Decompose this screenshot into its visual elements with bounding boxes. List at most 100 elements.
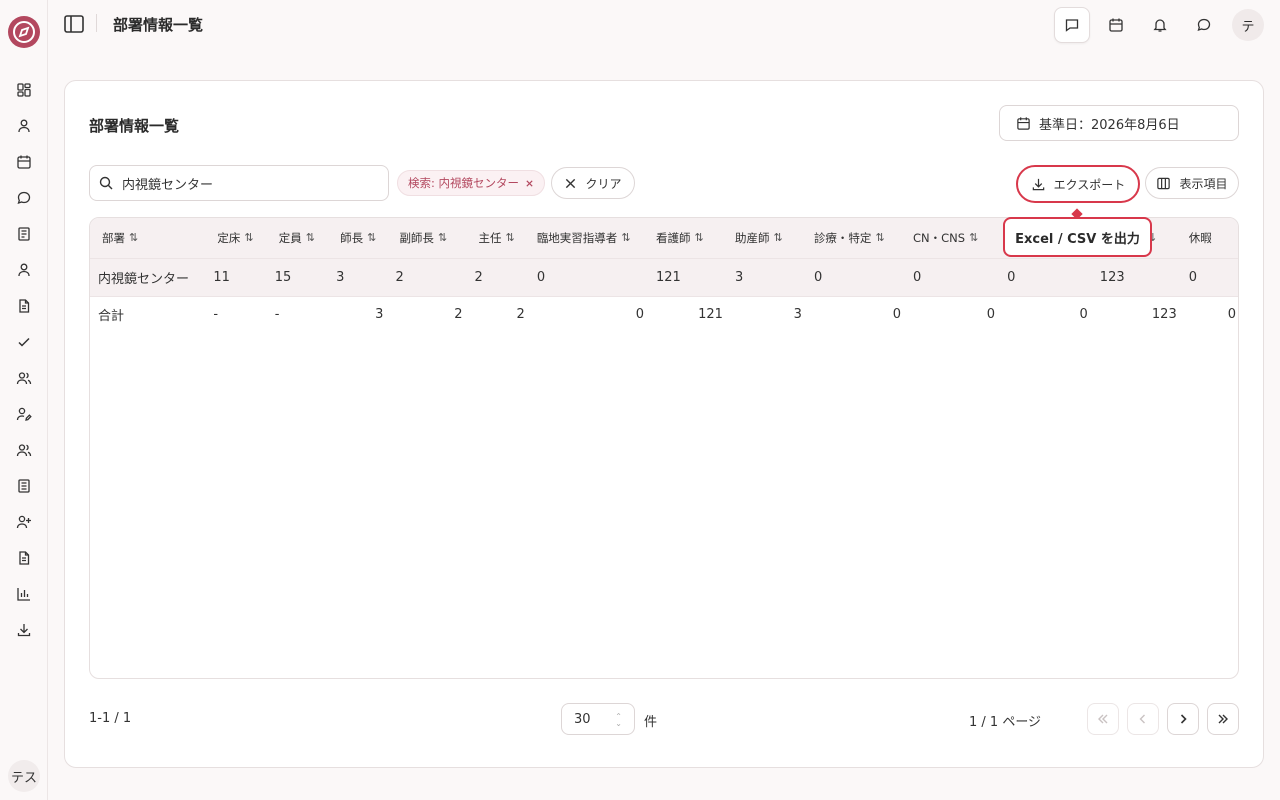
list-icon[interactable] bbox=[0, 468, 48, 504]
table-cell: 0 bbox=[913, 269, 922, 285]
card-title: 部署情報一覧 bbox=[89, 117, 180, 135]
columns-label: 表示項目 bbox=[1179, 176, 1228, 191]
export-label: エクスポート bbox=[1053, 177, 1126, 192]
columns-button[interactable]: 表示項目 bbox=[1145, 167, 1239, 199]
sort-icon[interactable]: ⇅ bbox=[129, 231, 138, 244]
download-icon bbox=[1031, 177, 1046, 192]
compass-logo-icon[interactable] bbox=[8, 16, 40, 48]
check-icon[interactable] bbox=[0, 324, 48, 360]
filter-chip[interactable]: 検索: 内視鏡センター bbox=[397, 170, 546, 196]
group-icon[interactable] bbox=[0, 432, 48, 468]
page-title: 部署情報一覧 bbox=[113, 16, 204, 34]
filter-chip-label: 検索: 内視鏡センター bbox=[408, 176, 520, 190]
avatar[interactable]: テス bbox=[8, 760, 40, 792]
person-icon[interactable] bbox=[0, 252, 48, 288]
user-plus-icon[interactable] bbox=[0, 504, 48, 540]
last-page-button[interactable] bbox=[1207, 703, 1239, 735]
sort-icon[interactable]: ⇅ bbox=[367, 231, 376, 244]
table-cell: 0 bbox=[813, 269, 823, 285]
chat-icon[interactable] bbox=[0, 180, 48, 216]
dashboard-icon[interactable] bbox=[0, 72, 48, 108]
sort-icon[interactable]: ⇅ bbox=[621, 231, 630, 244]
reference-date-label: 基準日：2026年8月6日 bbox=[1039, 117, 1180, 133]
table-cell: - bbox=[213, 306, 219, 322]
table-cell: 11 bbox=[213, 269, 230, 285]
search-box[interactable] bbox=[89, 165, 389, 201]
top-bar: 部署情報一覧 テ bbox=[48, 0, 1280, 48]
chevrons-right-icon bbox=[1216, 712, 1230, 726]
reference-date-button[interactable]: 基準日：2026年8月6日 bbox=[999, 105, 1239, 141]
sort-icon[interactable]: ⇅ bbox=[875, 231, 884, 244]
file-icon[interactable] bbox=[0, 540, 48, 576]
message-square-icon[interactable] bbox=[1054, 7, 1090, 43]
chevron-right-icon bbox=[1176, 712, 1190, 726]
table-cell: 0 bbox=[1227, 306, 1236, 322]
column-header-clinical-instructor[interactable]: 臨地実習指導者 ⇅ bbox=[537, 218, 656, 258]
column-header-midwife[interactable]: 助産師 ⇅ bbox=[735, 218, 814, 258]
users-icon[interactable] bbox=[0, 360, 48, 396]
download-icon[interactable] bbox=[0, 612, 48, 648]
prev-page-button[interactable] bbox=[1127, 703, 1159, 735]
calendar-icon[interactable] bbox=[0, 144, 48, 180]
column-header-leave[interactable]: 休暇 bbox=[1189, 218, 1238, 258]
column-header-department[interactable]: 部署 ⇅ bbox=[90, 218, 209, 258]
column-header-specified[interactable]: 診療・特定 ⇅ bbox=[814, 218, 913, 258]
record-count: 1-1 / 1 bbox=[89, 711, 132, 726]
table-cell: 123 bbox=[1151, 306, 1177, 322]
page-size-value: 30 bbox=[574, 711, 591, 727]
table-cell: 3 bbox=[793, 306, 802, 322]
column-header-cn-cns[interactable]: CN・CNS ⇅ bbox=[913, 218, 1007, 258]
search-input[interactable] bbox=[122, 175, 372, 191]
sort-icon[interactable]: ⇅ bbox=[969, 231, 978, 244]
column-header-chief[interactable]: 主任 ⇅ bbox=[475, 218, 537, 258]
table-row[interactable]: 内視鏡センター 11 15 3 2 2 0 121 3 0 0 0 123 0 bbox=[90, 258, 1238, 296]
first-page-button[interactable] bbox=[1087, 703, 1119, 735]
column-header-nurse[interactable]: 看護師 ⇅ bbox=[656, 218, 735, 258]
bell-icon[interactable] bbox=[1142, 7, 1178, 43]
user-icon[interactable] bbox=[0, 108, 48, 144]
table-cell: 0 bbox=[986, 306, 996, 322]
table-cell: 15 bbox=[274, 269, 292, 285]
page-info: 1 / 1 ページ bbox=[969, 715, 1042, 730]
table-cell: 0 bbox=[536, 269, 546, 285]
column-header-deputy-head[interactable]: 副師長 ⇅ bbox=[395, 218, 474, 258]
close-icon[interactable] bbox=[525, 179, 534, 188]
chevron-left-icon bbox=[1136, 712, 1150, 726]
table-cell: - bbox=[274, 306, 280, 322]
sort-icon[interactable]: ⇅ bbox=[438, 231, 447, 244]
table-cell: 121 bbox=[698, 306, 723, 322]
table-total-row: 合計 - - 3 2 2 0 121 3 0 0 0 123 0 bbox=[90, 296, 1238, 332]
chevrons-left-icon bbox=[1096, 712, 1110, 726]
page-size-select[interactable]: 30 ⌃ ⌄ bbox=[561, 703, 635, 735]
export-button[interactable]: エクスポート bbox=[1016, 165, 1140, 203]
clear-button[interactable]: クリア bbox=[551, 167, 635, 199]
table-cell: 121 bbox=[655, 269, 681, 285]
sort-icon[interactable]: ⇅ bbox=[244, 231, 253, 244]
table-cell: 2 bbox=[454, 306, 463, 322]
clear-label: クリア bbox=[585, 176, 622, 191]
column-header-beds[interactable]: 定床 ⇅ bbox=[209, 218, 272, 258]
sort-icon[interactable]: ⇅ bbox=[506, 231, 515, 244]
avatar[interactable]: テ bbox=[1232, 9, 1264, 41]
sort-icon[interactable]: ⇅ bbox=[694, 231, 703, 244]
table-cell: 2 bbox=[474, 269, 483, 285]
sort-icon[interactable]: ⇅ bbox=[773, 231, 782, 244]
column-header-capacity[interactable]: 定員 ⇅ bbox=[273, 218, 334, 258]
bar-chart-icon[interactable] bbox=[0, 576, 48, 612]
department-card: 部署情報一覧 基準日：2026年8月6日 検索: 内視鏡センター クリア エクス… bbox=[64, 80, 1264, 768]
search-icon bbox=[98, 175, 114, 191]
table-cell: 0 bbox=[1079, 306, 1088, 322]
document-icon[interactable] bbox=[0, 288, 48, 324]
book-icon[interactable] bbox=[0, 216, 48, 252]
table-cell: 合計 bbox=[98, 308, 125, 324]
chat-bubble-icon[interactable] bbox=[1186, 7, 1222, 43]
divider bbox=[96, 14, 97, 32]
sort-icon[interactable]: ⇅ bbox=[306, 231, 315, 244]
table-cell: 2 bbox=[395, 269, 404, 285]
user-edit-icon[interactable] bbox=[0, 396, 48, 432]
column-header-head-nurse[interactable]: 師長 ⇅ bbox=[334, 218, 395, 258]
next-page-button[interactable] bbox=[1167, 703, 1199, 735]
sidebar-toggle-icon[interactable] bbox=[62, 12, 86, 36]
calendar-icon[interactable] bbox=[1098, 7, 1134, 43]
table-cell: 3 bbox=[734, 269, 744, 285]
